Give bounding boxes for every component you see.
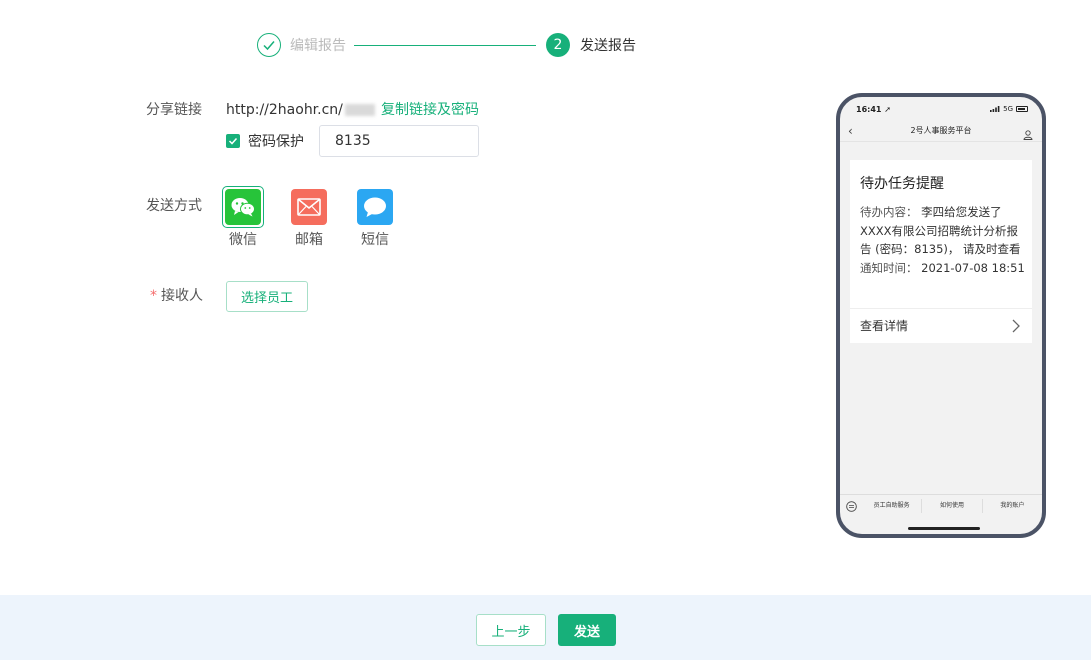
checkmark-icon [228, 137, 238, 145]
share-link-label: 分享链接 [146, 102, 202, 118]
view-detail-link: 查看详情 [860, 319, 909, 333]
recipient-label-text: 接收人 [161, 288, 203, 304]
todo-card: 待办任务提醒 待办内容： 李四给您发送了XXXX有限公司招聘统计分析报告 (密码… [850, 160, 1032, 343]
sms-label: 短信 [361, 232, 389, 248]
email-tile-frame [288, 186, 330, 228]
card-body: 待办内容： 李四给您发送了XXXX有限公司招聘统计分析报告 (密码：8135)，… [860, 203, 1028, 277]
send-button[interactable]: 发送 [558, 614, 616, 646]
content-label: 待办内容： [860, 205, 918, 219]
password-protect-label[interactable]: 密码保护 [248, 133, 304, 151]
sms-icon [357, 189, 393, 225]
password-input[interactable] [319, 125, 479, 157]
phone-tab-how-to-use: 如何使用 [939, 502, 964, 509]
wechat-icon [225, 189, 261, 225]
required-mark: * [150, 288, 157, 304]
send-method-label: 发送方式 [146, 198, 202, 214]
phone-time: 16:41 ➚ [856, 105, 891, 114]
time-label: 通知时间： [860, 260, 918, 275]
phone-status-icons: 5G [990, 105, 1028, 113]
copy-link-button[interactable]: 复制链接及密码 [381, 101, 479, 119]
phone-tabbar: 员工自助服务 如何使用 我的账户 [840, 494, 1042, 517]
recipient-label: * 接收人 [150, 287, 203, 305]
send-method-email[interactable]: 邮箱 [288, 186, 330, 249]
send-method-wechat[interactable]: 微信 [222, 186, 264, 249]
phone-time-text: 16:41 [856, 105, 882, 114]
chevron-right-icon [1012, 318, 1020, 337]
share-url-text: http://2haohr.cn/ [226, 102, 343, 118]
phone-preview: 16:41 ➚ 5G ‹ 2号人事服务平台 待办任务提醒 待办内容： 李四给您发… [836, 93, 1046, 538]
time-value: 2021-07-08 18:51 [921, 260, 1025, 275]
step-2-label: 发送报告 [580, 38, 636, 54]
password-protect-checkbox[interactable] [226, 134, 240, 148]
card-divider [850, 308, 1032, 309]
phone-user-icon [1023, 125, 1033, 144]
card-title: 待办任务提醒 [860, 176, 944, 192]
phone-tab-self-service: 员工自助服务 [873, 502, 910, 509]
card-time: 通知时间： 2021-07-08 18:51 [860, 259, 1028, 278]
mail-icon [291, 189, 327, 225]
battery-icon [1016, 106, 1028, 112]
phone-title: 2号人事服务平台 [840, 121, 1042, 142]
sms-tile-frame [354, 186, 396, 228]
share-url: http://2haohr.cn/ [226, 101, 375, 119]
blurred-url-suffix [344, 104, 375, 116]
previous-step-button[interactable]: 上一步 [476, 614, 546, 646]
step-1-label: 编辑报告 [290, 38, 346, 54]
network-label: 5G [1003, 105, 1013, 113]
send-method-sms[interactable]: 短信 [354, 186, 396, 249]
card-content: 待办内容： 李四给您发送了XXXX有限公司招聘统计分析报告 (密码：8135)，… [860, 203, 1028, 259]
phone-tab-my-account: 我的账户 [1000, 502, 1025, 509]
step-1-done-icon [257, 33, 281, 57]
step-2-number: 2 [546, 33, 570, 57]
home-indicator [908, 527, 980, 530]
signal-icon [990, 106, 1000, 112]
wechat-tile-frame [222, 186, 264, 228]
wechat-label: 微信 [229, 232, 257, 248]
email-label: 邮箱 [295, 232, 323, 248]
keyboard-icon [840, 500, 862, 512]
select-employee-button[interactable]: 选择员工 [226, 281, 308, 312]
step-connector [354, 45, 536, 46]
